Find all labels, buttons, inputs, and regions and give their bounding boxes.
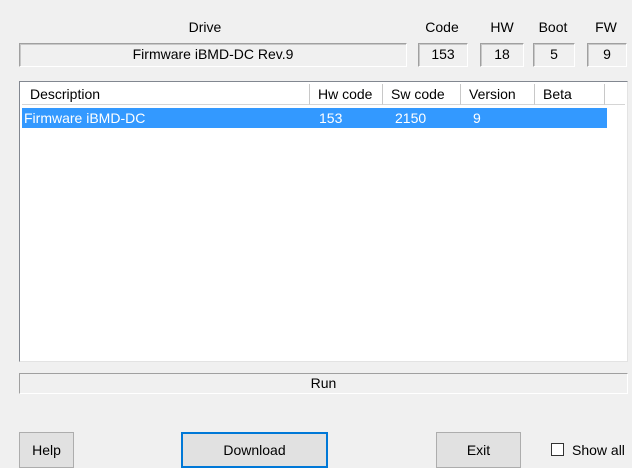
status-bar: Run <box>19 373 628 394</box>
column-header-filler <box>605 84 625 105</box>
firmware-list[interactable]: Description Hw code Sw code Version Beta… <box>19 81 628 362</box>
column-header-version[interactable]: Version <box>461 84 535 105</box>
cell-description: Firmware iBMD-DC <box>24 110 146 126</box>
fw-label: FW <box>595 19 617 35</box>
drive-field: Firmware iBMD-DC Rev.9 <box>19 43 407 67</box>
boot-field: 5 <box>533 43 575 67</box>
show-all-checkbox[interactable] <box>551 443 564 456</box>
hw-label: HW <box>490 19 514 35</box>
cell-hw-code: 153 <box>319 110 343 126</box>
boot-label: Boot <box>538 19 568 35</box>
code-field: 153 <box>418 43 468 67</box>
cell-sw-code: 2150 <box>395 110 427 126</box>
code-label: Code <box>425 19 459 35</box>
column-header-sw-code[interactable]: Sw code <box>383 84 461 105</box>
hw-field: 18 <box>480 43 524 67</box>
column-header-hw-code[interactable]: Hw code <box>310 84 383 105</box>
help-button[interactable]: Help <box>19 432 74 468</box>
column-header-beta[interactable]: Beta <box>535 84 605 105</box>
column-header-description[interactable]: Description <box>22 84 310 105</box>
drive-label: Drive <box>188 19 222 35</box>
fw-field: 9 <box>587 43 627 67</box>
exit-button[interactable]: Exit <box>436 432 521 468</box>
list-item-selected[interactable]: Firmware iBMD-DC 153 2150 9 <box>22 108 607 128</box>
cell-version: 9 <box>473 110 481 126</box>
download-button[interactable]: Download <box>181 432 328 468</box>
show-all-label[interactable]: Show all <box>572 441 625 459</box>
